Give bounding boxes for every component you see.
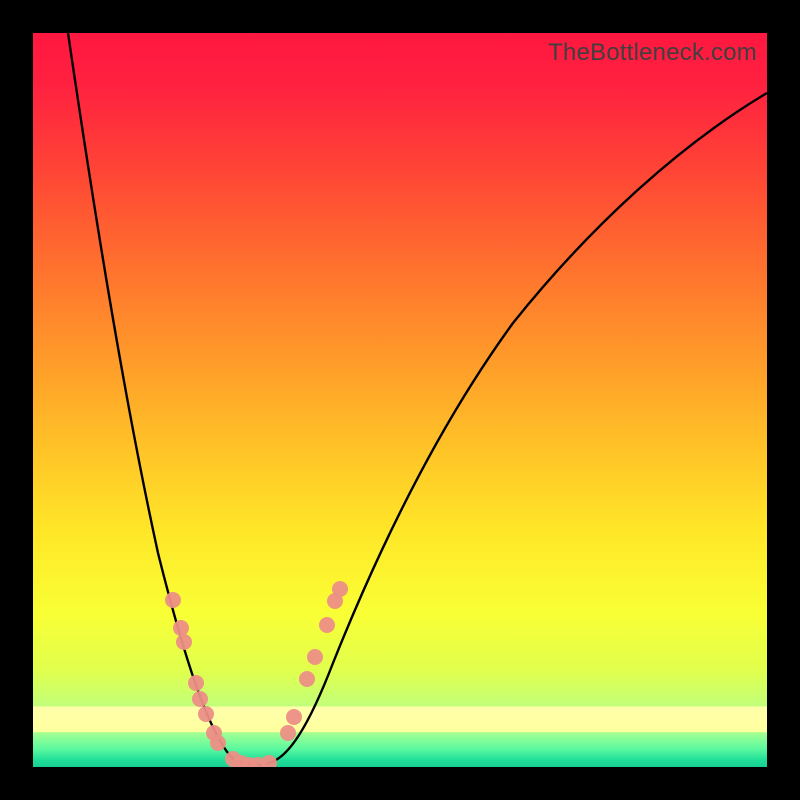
data-marker: [192, 691, 208, 707]
data-marker: [188, 675, 204, 691]
chart-frame: TheBottleneck.com: [0, 0, 800, 800]
data-marker: [332, 581, 348, 597]
data-marker: [307, 649, 323, 665]
right-curve: [269, 93, 767, 763]
data-marker: [173, 620, 189, 636]
markers-right: [280, 581, 348, 741]
markers-bottom: [225, 751, 277, 767]
data-marker: [176, 634, 192, 650]
data-marker: [319, 617, 335, 633]
data-marker: [210, 735, 226, 751]
data-marker: [280, 725, 296, 741]
data-marker: [165, 592, 181, 608]
left-curve: [68, 33, 243, 763]
curves-layer: [33, 33, 767, 767]
data-marker: [198, 706, 214, 722]
data-marker: [299, 671, 315, 687]
data-marker: [261, 755, 277, 767]
plot-area: TheBottleneck.com: [33, 33, 767, 767]
data-marker: [286, 709, 302, 725]
